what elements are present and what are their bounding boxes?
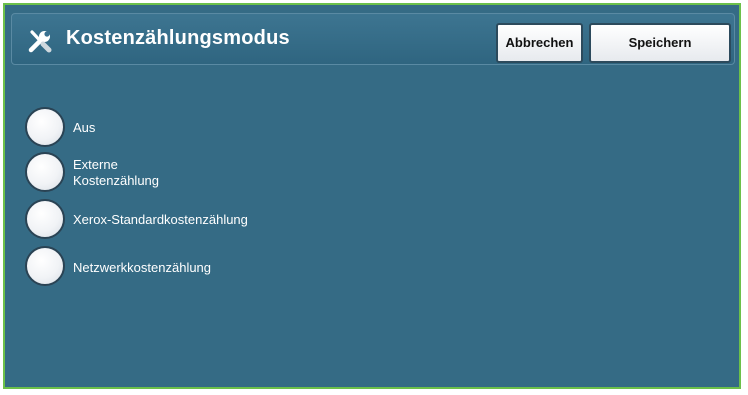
radio-external-accounting[interactable] bbox=[25, 152, 65, 192]
option-label-text-line1: Externe bbox=[73, 157, 118, 172]
option-label-text: Aus bbox=[73, 120, 96, 135]
option-label-network-accounting[interactable]: Netzwerkkostenzählung bbox=[73, 260, 211, 276]
option-label-off[interactable]: Aus bbox=[73, 120, 95, 136]
radio-off[interactable] bbox=[25, 107, 65, 147]
radio-network-accounting[interactable] bbox=[25, 246, 65, 286]
option-label-text-line2: Kostenzählung bbox=[73, 173, 160, 188]
option-label-text: Netzwerkkostenzählung bbox=[73, 260, 212, 275]
save-button[interactable]: Speichern bbox=[589, 23, 731, 63]
radio-xerox-standard-accounting[interactable] bbox=[25, 199, 65, 239]
page-title: Kostenzählungsmodus bbox=[66, 27, 290, 49]
cancel-button[interactable]: Abbrechen bbox=[496, 23, 583, 63]
tools-icon bbox=[27, 28, 53, 54]
option-label-xerox-standard-accounting[interactable]: Xerox-Standardkostenzählung bbox=[73, 212, 248, 228]
option-label-external-accounting[interactable]: Externe Kostenzählung bbox=[73, 157, 159, 189]
dialog-frame: Kostenzählungsmodus Abbrechen Speichern … bbox=[3, 3, 741, 389]
title-bar: Kostenzählungsmodus Abbrechen Speichern bbox=[11, 13, 735, 65]
option-label-text: Xerox-Standardkostenzählung bbox=[73, 212, 248, 227]
